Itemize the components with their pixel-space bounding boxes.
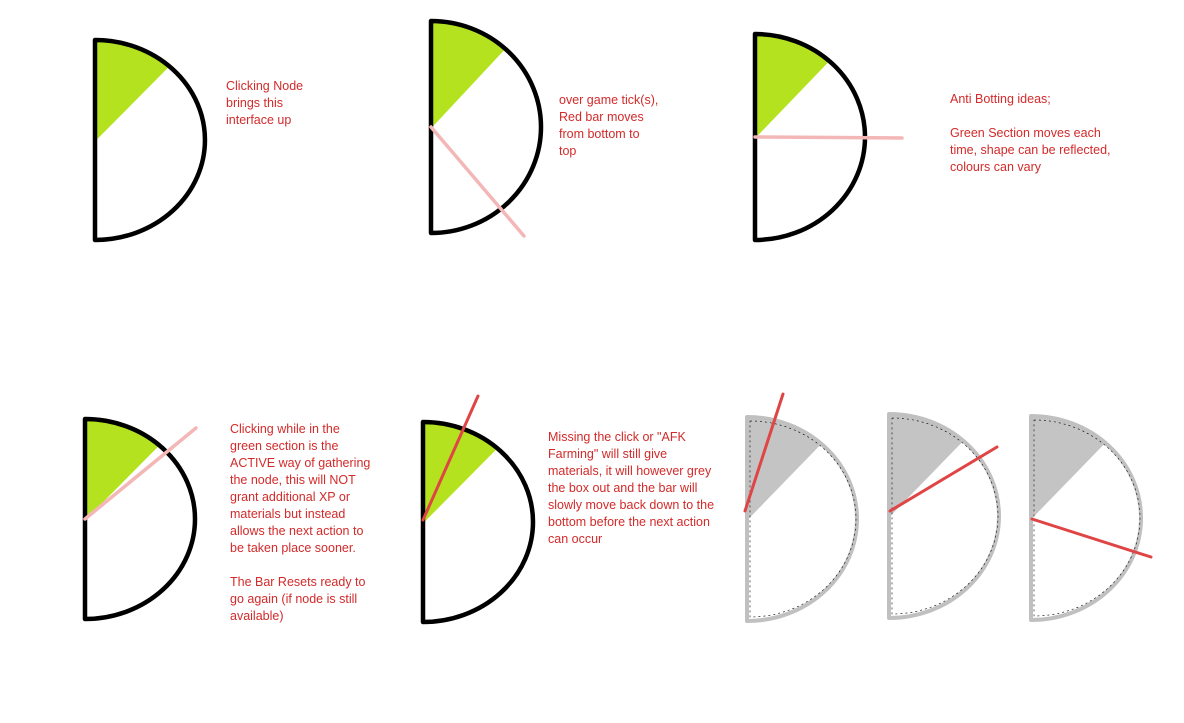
gauge-greyed-3 — [1029, 414, 1153, 622]
red-bar — [429, 125, 526, 238]
grey-section — [1030, 414, 1107, 521]
note-game-tick: over game tick(s), Red bar moves from bo… — [559, 93, 659, 158]
green-section — [94, 38, 171, 143]
gauge-active-click — [82, 416, 198, 622]
gauge-greyed-2 — [887, 412, 1001, 620]
note-active-click: Clicking while in the green section is t… — [230, 422, 371, 623]
gauge-bar-moving — [428, 18, 544, 238]
gauge-greyed-1 — [743, 392, 859, 623]
gauge-green-moves — [752, 31, 904, 243]
note-anti-botting: Anti Botting ideas; Green Section moves … — [950, 92, 1111, 174]
green-section — [430, 19, 507, 130]
red-bar — [1030, 517, 1153, 559]
grey-section — [888, 412, 965, 519]
note-missing-click: Missing the click or "AFK Farming" will … — [548, 430, 715, 546]
gauge-click-hit — [420, 394, 536, 625]
note-clicking-node: Clicking Node brings this interface up — [226, 79, 304, 127]
red-bar — [753, 135, 904, 140]
green-section — [754, 32, 831, 140]
gauge-initial — [92, 37, 208, 243]
